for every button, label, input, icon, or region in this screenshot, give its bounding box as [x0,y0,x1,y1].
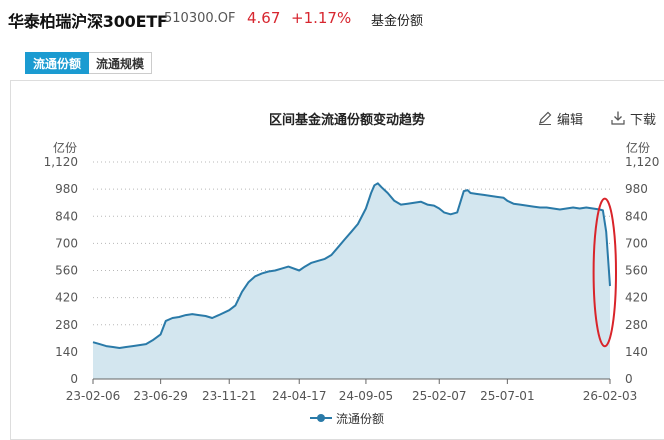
chart-title: 区间基金流通份额变动趋势 [269,113,426,128]
y-axis-unit-left: 亿份 [53,140,77,155]
y-axis-unit-right: 亿份 [626,140,650,155]
y-tick-label-left: 0 [70,372,78,386]
y-tick-label-right: 560 [625,264,648,278]
y-tick-label-left: 840 [55,209,78,223]
edit-label: 编辑 [557,113,584,128]
x-tick-label: 23-02-06 [66,389,120,403]
y-tick-label-left: 1,120 [44,155,78,169]
x-tick-label: 26-02-03 [583,389,637,403]
x-tick-label: 23-06-29 [133,389,187,403]
y-tick-label-right: 700 [625,236,648,250]
download-label: 下载 [630,113,657,128]
y-tick-label-left: 700 [55,236,78,250]
y-tick-label-right: 140 [625,345,648,359]
x-tick-label: 25-02-07 [412,389,466,403]
y-tick-label-left: 140 [55,345,78,359]
y-tick-label-right: 420 [625,291,648,305]
y-tick-label-left: 420 [55,291,78,305]
y-tick-label-left: 980 [55,182,78,196]
download-icon [611,111,625,125]
y-tick-label-left: 280 [55,318,78,332]
y-tick-label-right: 840 [625,209,648,223]
pencil-icon [539,111,552,125]
y-tick-label-right: 1,120 [625,155,659,169]
y-tick-label-right: 0 [625,372,633,386]
area-chart: 0 0 140 140 280 280 420 420 560 560 700 700 840 840 98… [44,140,660,403]
x-tick-label: 25-07-01 [480,389,534,403]
legend-series-label: 流通份额 [336,412,385,426]
y-tick-label-right: 280 [625,318,648,332]
x-tick-label: 24-04-17 [272,389,326,403]
download-button[interactable]: 下载 [610,109,656,128]
legend-dot-marker [317,414,325,422]
edit-button[interactable]: 编辑 [537,109,583,128]
chart-legend[interactable]: 流通份额 [310,410,384,427]
x-tick-label: 23-11-21 [202,389,256,403]
y-tick-label-left: 560 [55,264,78,278]
x-tick-label: 24-09-05 [339,389,393,403]
series-area-fill [93,183,610,379]
y-tick-label-right: 980 [625,182,648,196]
